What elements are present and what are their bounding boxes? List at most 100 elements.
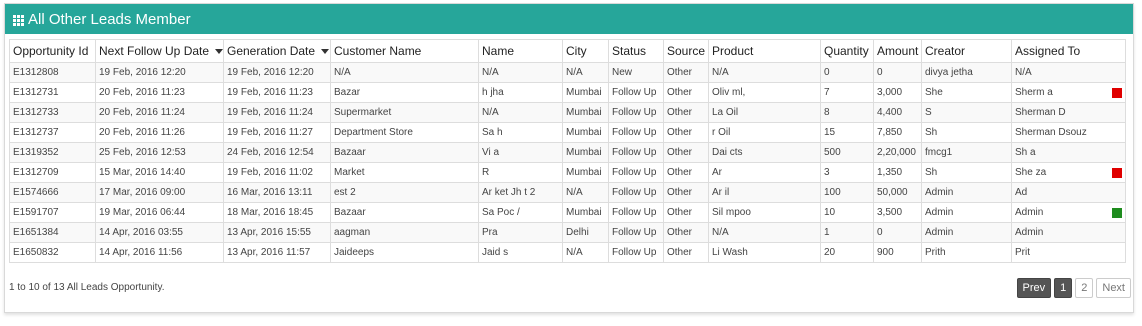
cell-text: N/A xyxy=(712,67,729,78)
amount-cell: 2,20,000 xyxy=(873,142,922,163)
product-cell: N/A xyxy=(708,62,821,83)
table-row[interactable]: E1319352 25 Feb, 2016 12:53 24 Feb, 2016 1… xyxy=(9,142,1126,163)
panel-title: All Other Leads Member xyxy=(28,10,191,28)
column-header-label: Source xyxy=(667,44,706,58)
cell-text: N/A xyxy=(482,107,499,118)
cell-text: Follow Up xyxy=(612,147,657,158)
creator-cell: Admin xyxy=(921,182,1012,203)
cell-text: Vi a xyxy=(482,147,500,158)
product-cell: Oliv ml, xyxy=(708,82,821,103)
column-header-name[interactable]: Name xyxy=(478,39,563,63)
column-header-assigned-to[interactable]: Assigned To xyxy=(1011,39,1126,63)
column-header-label: Customer Name xyxy=(334,44,422,58)
cell-text: 1 xyxy=(824,227,830,238)
next-follow-up-cell: 17 Mar, 2016 09:00 xyxy=(95,182,224,203)
amount-cell: 3,000 xyxy=(873,82,922,103)
cell-text: Follow Up xyxy=(612,207,657,218)
column-header-label: Creator xyxy=(925,44,966,58)
cell-text: Ad xyxy=(1015,187,1028,198)
table-row[interactable]: E1591707 19 Mar, 2016 06:44 18 Mar, 2016 1… xyxy=(9,202,1126,223)
page-1-button[interactable]: 1 xyxy=(1054,278,1073,298)
panel-header: All Other Leads Member xyxy=(5,4,1133,34)
table-row[interactable]: E1650832 14 Apr, 2016 11:56 13 Apr, 2016 1… xyxy=(9,242,1126,263)
column-header-quantity[interactable]: Quantity xyxy=(820,39,874,63)
table-row[interactable]: E1574666 17 Mar, 2016 09:00 16 Mar, 2016 1… xyxy=(9,182,1126,203)
column-header-label: Amount xyxy=(877,44,919,58)
cell-text: E1312709 xyxy=(13,167,59,178)
column-header-source[interactable]: Source xyxy=(663,39,709,63)
cell-text: E1651384 xyxy=(13,227,59,238)
quantity-cell: 15 xyxy=(820,122,874,143)
cell-text: 14 Apr, 2016 11:56 xyxy=(99,247,183,258)
cell-text: 20 Feb, 2016 11:26 xyxy=(99,127,185,138)
next-follow-up-cell: 15 Mar, 2016 14:40 xyxy=(95,162,224,183)
assigned-to-cell: N/A xyxy=(1011,62,1126,83)
cell-text: fmcg1 xyxy=(925,147,953,158)
assigned-to-cell: She za xyxy=(1011,162,1126,183)
cell-text: 19 Feb, 2016 11:24 xyxy=(227,107,313,118)
table-row[interactable]: E1312808 19 Feb, 2016 12:20 19 Feb, 2016 1… xyxy=(9,62,1126,83)
pagination: Prev 1 2 Next xyxy=(1016,278,1131,298)
column-header-customer-name[interactable]: Customer Name xyxy=(330,39,479,63)
table-row[interactable]: E1312737 20 Feb, 2016 11:26 19 Feb, 2016 1… xyxy=(9,122,1126,143)
status-cell: New xyxy=(608,62,664,83)
name-cell: N/A xyxy=(478,62,563,83)
cell-text: Admin xyxy=(925,207,954,218)
city-cell: Mumbai xyxy=(562,122,609,143)
cell-text: Li Wash xyxy=(712,247,748,258)
opportunity-id-cell: E1312709 xyxy=(9,162,96,183)
cell-text: 500 xyxy=(824,147,841,158)
status-cell: Follow Up xyxy=(608,102,664,123)
cell-text: Follow Up xyxy=(612,107,657,118)
column-header-creator[interactable]: Creator xyxy=(921,39,1012,63)
name-cell: Sa h xyxy=(478,122,563,143)
cell-text: 2,20,000 xyxy=(877,147,916,158)
cell-text: Prit xyxy=(1015,247,1030,258)
cell-text: E1312737 xyxy=(13,127,59,138)
column-header-amount[interactable]: Amount xyxy=(873,39,922,63)
page-2-button[interactable]: 2 xyxy=(1075,278,1094,298)
opportunity-id-cell: E1312808 xyxy=(9,62,96,83)
column-header-label: Status xyxy=(612,44,647,58)
source-cell: Other xyxy=(663,82,709,103)
column-header-status[interactable]: Status xyxy=(608,39,664,63)
cell-text: 15 xyxy=(824,127,836,138)
status-cell: Follow Up xyxy=(608,182,664,203)
column-header-next-follow-up-date[interactable]: Next Follow Up Date xyxy=(95,39,224,63)
cell-text: Dai cts xyxy=(712,147,743,158)
product-cell: N/A xyxy=(708,222,821,243)
city-cell: N/A xyxy=(562,242,609,263)
cell-text: 18 Mar, 2016 18:45 xyxy=(227,207,314,218)
amount-cell: 0 xyxy=(873,222,922,243)
column-header-product[interactable]: Product xyxy=(708,39,821,63)
column-header-generation-date[interactable]: Generation Date xyxy=(223,39,331,63)
table-row[interactable]: E1312709 15 Mar, 2016 14:40 19 Feb, 2016 1… xyxy=(9,162,1126,183)
customer-name-cell: N/A xyxy=(330,62,479,83)
amount-cell: 900 xyxy=(873,242,922,263)
assigned-to-cell: Prit xyxy=(1011,242,1126,263)
customer-name-cell: est 2 xyxy=(330,182,479,203)
cell-text: N/A xyxy=(712,227,729,238)
table-row[interactable]: E1312733 20 Feb, 2016 11:24 19 Feb, 2016 1… xyxy=(9,102,1126,123)
creator-cell: Prith xyxy=(921,242,1012,263)
prev-page-button[interactable]: Prev xyxy=(1016,278,1052,298)
cell-text: 4,400 xyxy=(877,107,903,118)
cell-text: Other xyxy=(667,87,693,98)
quantity-cell: 100 xyxy=(820,182,874,203)
table-row[interactable]: E1651384 14 Apr, 2016 03:55 13 Apr, 2016 1… xyxy=(9,222,1126,243)
cell-text: Other xyxy=(667,207,693,218)
next-page-button[interactable]: Next xyxy=(1096,278,1131,298)
cell-text: Mumbai xyxy=(566,127,602,138)
cell-text: 19 Feb, 2016 12:20 xyxy=(227,67,314,78)
column-header-city[interactable]: City xyxy=(562,39,609,63)
cell-text: Mumbai xyxy=(566,207,602,218)
sort-caret-icon[interactable] xyxy=(321,49,330,55)
table-row[interactable]: E1312731 20 Feb, 2016 11:23 19 Feb, 2016 1… xyxy=(9,82,1126,103)
column-header-label: Quantity xyxy=(824,44,869,58)
cell-text: Admin xyxy=(925,227,954,238)
city-cell: Mumbai xyxy=(562,202,609,223)
cell-text: Other xyxy=(667,187,693,198)
column-header-opportunity-id[interactable]: Opportunity Id xyxy=(9,39,96,63)
status-cell: Follow Up xyxy=(608,142,664,163)
sort-caret-icon[interactable] xyxy=(215,49,223,55)
